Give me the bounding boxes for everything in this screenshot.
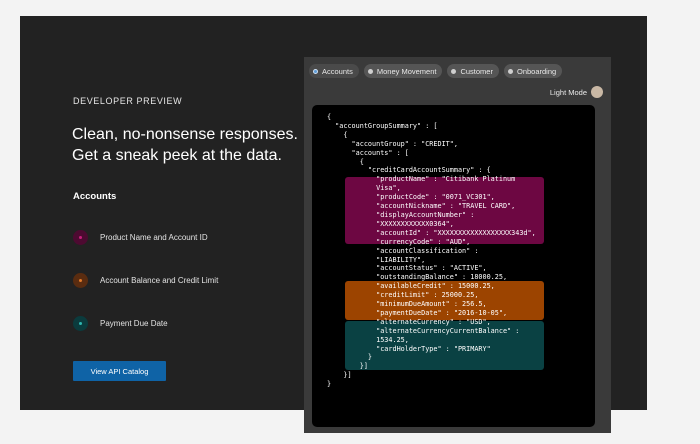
light-mode-label: Light Mode [549, 87, 587, 97]
code-line: { [327, 130, 348, 139]
tab-label: Customer [460, 66, 493, 76]
view-api-catalog-button[interactable]: View API Catalog [73, 361, 166, 381]
light-mode-toggle[interactable]: Light Mode [550, 86, 603, 98]
code-line: "accountNickname" : "TRAVEL CARD", [327, 202, 516, 211]
legend-label: Product Name and Account ID [100, 233, 208, 242]
legend-label: Payment Due Date [100, 319, 168, 328]
tab-label: Onboarding [516, 66, 557, 76]
code-line: "accountStatus" : "ACTIVE", [327, 264, 487, 273]
code-line: { [327, 157, 364, 166]
tab-accounts[interactable]: Accounts [309, 64, 359, 78]
eyebrow-label: DEVELOPER PREVIEW [73, 96, 183, 106]
code-line: "creditLimit" : 25000.25, [327, 291, 479, 300]
accounts-heading: Accounts [73, 191, 117, 202]
legend-item-due-date: Payment Due Date [73, 316, 168, 331]
code-line: "accountClassification" : [327, 246, 479, 255]
tab-customer[interactable]: Customer [447, 64, 499, 78]
code-line: "outstandingBalance" : 18000.25, [327, 273, 508, 282]
tab-onboarding[interactable]: Onboarding [503, 64, 563, 78]
code-line: "paymentDueDate" : "2016-10-05", [327, 308, 508, 317]
code-line: "accounts" : [ [327, 148, 409, 157]
code-line: } [327, 380, 332, 389]
code-line: "productCode" : "0071_VC301", [327, 193, 495, 202]
json-code-block: { "accountGroupSummary" : [ { "accountGr… [312, 105, 595, 427]
headline: Clean, no-nonsense responses. Get a snea… [72, 126, 298, 164]
toggle-knob-icon[interactable] [591, 86, 603, 98]
code-line: { [327, 113, 332, 121]
code-line: "cardHolderType" : "PRIMARY" [327, 344, 491, 353]
radio-icon [451, 68, 457, 74]
code-line: }] [327, 371, 352, 380]
tab-money-movement[interactable]: Money Movement [363, 64, 443, 78]
code-preview-panel: Accounts Money Movement Customer Onboard… [304, 57, 611, 433]
tab-label: Money Movement [376, 66, 437, 76]
json-code-text: { "accountGroupSummary" : [ { "accountGr… [327, 113, 536, 389]
code-line: "alternateCurrency" : "USD", [327, 317, 491, 326]
legend-item-balance: Account Balance and Credit Limit [73, 273, 218, 288]
code-line: "productName" : "Citibank Platinum [327, 175, 516, 184]
code-line: "creditCardAccountSummary" : { [327, 166, 491, 175]
teal-dot-icon [73, 316, 88, 331]
code-line: "displayAccountNumber" : [327, 210, 475, 219]
tab-label: Accounts [322, 66, 353, 76]
radio-icon [313, 68, 318, 74]
code-line: }] [327, 362, 368, 371]
code-line: "accountGroupSummary" : [ [327, 121, 438, 130]
code-line: "alternateCurrencyCurrentBalance" : [327, 326, 520, 335]
code-line: "accountGroup" : "CREDIT", [327, 139, 458, 148]
api-tabs: Accounts Money Movement Customer Onboard… [309, 64, 567, 78]
code-line: } [327, 353, 373, 362]
orange-dot-icon [73, 273, 88, 288]
code-line: "LIABILITY", [327, 255, 426, 264]
code-line: Visa", [327, 184, 401, 193]
radio-icon [507, 68, 513, 74]
code-line: "availableCredit" : 15000.25, [327, 282, 495, 291]
legend-label: Account Balance and Credit Limit [100, 276, 219, 285]
code-line: "currencyCode" : "AUD", [327, 237, 471, 246]
purple-dot-icon [73, 230, 88, 245]
code-line: 1534.25, [327, 335, 409, 344]
legend-item-product-name: Product Name and Account ID [73, 230, 208, 245]
code-line: "minimumDueAmount" : 256.5, [327, 300, 487, 309]
code-line: "XXXXXXXXXXXX0364", [327, 219, 454, 228]
radio-icon [367, 68, 373, 74]
code-line: "accountId" : "XXXXXXXXXXXXXXXXXX343d", [327, 228, 536, 237]
